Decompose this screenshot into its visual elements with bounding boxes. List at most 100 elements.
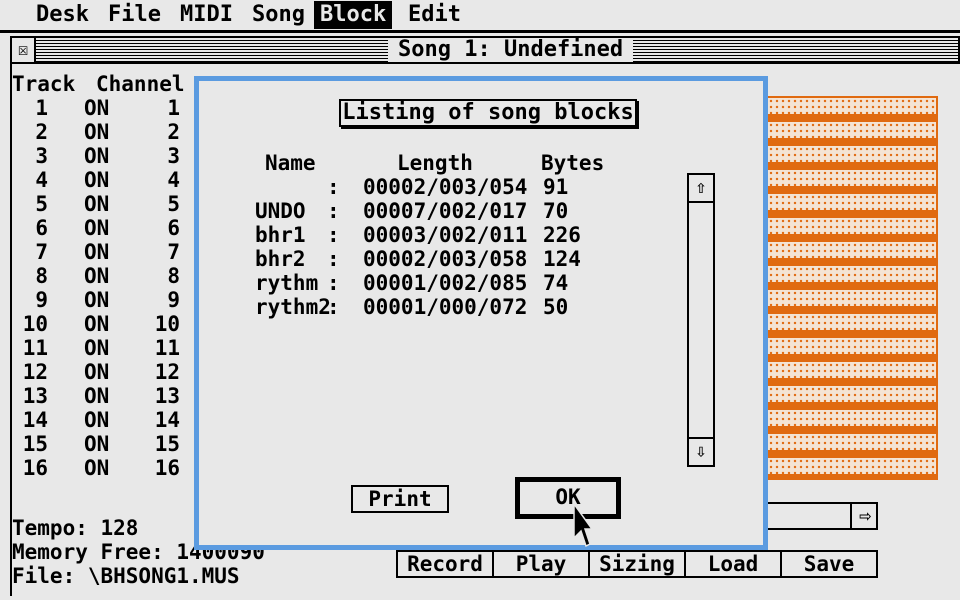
track-channel[interactable]: 7 bbox=[132, 240, 180, 264]
track-state[interactable]: ON bbox=[84, 216, 109, 240]
block-bytes: 124 bbox=[543, 247, 581, 271]
vertical-scrollbar[interactable]: ⇧ ⇩ bbox=[687, 173, 715, 467]
track-state[interactable]: ON bbox=[84, 384, 109, 408]
track-number: 4 bbox=[35, 168, 48, 192]
track-channel[interactable]: 13 bbox=[132, 384, 180, 408]
sizing-button[interactable]: Sizing bbox=[590, 552, 686, 576]
track-channel[interactable]: 5 bbox=[132, 192, 180, 216]
menu-file[interactable]: File bbox=[102, 1, 167, 29]
track-state[interactable]: ON bbox=[84, 120, 109, 144]
track-state[interactable]: ON bbox=[84, 192, 109, 216]
block-row[interactable]: rythm2:00001/000/072 50 bbox=[255, 295, 635, 319]
tempo-label: Tempo: 128 bbox=[12, 516, 139, 540]
track-number: 10 bbox=[22, 312, 48, 336]
track-channel[interactable]: 14 bbox=[132, 408, 180, 432]
block-row[interactable]: :00002/003/054 91 bbox=[255, 175, 635, 199]
transport-buttons: Record Play Sizing Load Save bbox=[396, 550, 878, 578]
track-row[interactable]: 7 ON 7 bbox=[12, 240, 192, 264]
track-row[interactable]: 4 ON 4 bbox=[12, 168, 192, 192]
arrow-up-icon[interactable]: ⇧ bbox=[689, 175, 713, 203]
block-separator: : bbox=[327, 247, 340, 271]
print-button[interactable]: Print bbox=[351, 485, 449, 513]
arrow-down-icon[interactable]: ⇩ bbox=[689, 437, 713, 465]
track-state[interactable]: ON bbox=[84, 288, 109, 312]
track-channel[interactable]: 2 bbox=[132, 120, 180, 144]
block-bytes: 70 bbox=[543, 199, 569, 223]
menu-song[interactable]: Song bbox=[246, 1, 311, 29]
ok-button[interactable]: OK bbox=[515, 477, 621, 519]
block-bytes: 91 bbox=[543, 175, 569, 199]
track-state[interactable]: ON bbox=[84, 432, 109, 456]
block-separator: : bbox=[327, 295, 340, 319]
track-channel[interactable]: 3 bbox=[132, 144, 180, 168]
track-channel[interactable]: 1 bbox=[132, 96, 180, 120]
dialog-title: Listing of song blocks bbox=[339, 99, 637, 127]
track-channel[interactable]: 12 bbox=[132, 360, 180, 384]
track-row[interactable]: 5 ON 5 bbox=[12, 192, 192, 216]
block-row[interactable]: rythm:00001/002/085 74 bbox=[255, 271, 635, 295]
track-state[interactable]: ON bbox=[84, 312, 109, 336]
mouse-pointer-icon bbox=[573, 502, 592, 548]
track-row[interactable]: 1 ON 1 bbox=[12, 96, 192, 120]
menu-edit[interactable]: Edit bbox=[402, 1, 467, 29]
track-state[interactable]: ON bbox=[84, 144, 109, 168]
track-row[interactable]: 10 ON 10 bbox=[12, 312, 192, 336]
track-row[interactable]: 14 ON 14 bbox=[12, 408, 192, 432]
track-row[interactable]: 6 ON 6 bbox=[12, 216, 192, 240]
track-channel[interactable]: 8 bbox=[132, 264, 180, 288]
save-button[interactable]: Save bbox=[782, 552, 876, 576]
track-state[interactable]: ON bbox=[84, 408, 109, 432]
track-channel[interactable]: 11 bbox=[132, 336, 180, 360]
track-state[interactable]: ON bbox=[84, 360, 109, 384]
track-row[interactable]: 8 ON 8 bbox=[12, 264, 192, 288]
track-grid[interactable] bbox=[766, 96, 938, 480]
menu-midi[interactable]: MIDI bbox=[174, 1, 239, 29]
block-row[interactable]: bhr1:00003/002/011 226 bbox=[255, 223, 635, 247]
block-length: 00003/002/011 bbox=[363, 223, 528, 247]
arrow-right-icon[interactable]: ⇨ bbox=[850, 502, 878, 530]
track-row[interactable]: 11 ON 11 bbox=[12, 336, 192, 360]
track-channel[interactable]: 16 bbox=[132, 456, 180, 480]
track-state[interactable]: ON bbox=[84, 264, 109, 288]
track-state[interactable]: ON bbox=[84, 336, 109, 360]
track-channel[interactable]: 4 bbox=[132, 168, 180, 192]
track-row[interactable]: 2 ON 2 bbox=[12, 120, 192, 144]
record-button[interactable]: Record bbox=[398, 552, 494, 576]
block-name: rythm2 bbox=[255, 295, 331, 319]
menu-desk[interactable]: Desk bbox=[30, 1, 95, 29]
track-state[interactable]: ON bbox=[84, 456, 109, 480]
block-separator: : bbox=[327, 175, 340, 199]
block-row[interactable]: bhr2:00002/003/058 124 bbox=[255, 247, 635, 271]
track-number: 6 bbox=[35, 216, 48, 240]
track-state[interactable]: ON bbox=[84, 240, 109, 264]
close-box-icon[interactable]: ☒ bbox=[12, 38, 36, 62]
track-state[interactable]: ON bbox=[84, 168, 109, 192]
track-row[interactable]: 3 ON 3 bbox=[12, 144, 192, 168]
column-length-header: Length bbox=[397, 151, 473, 175]
track-row[interactable]: 13 ON 13 bbox=[12, 384, 192, 408]
track-channel[interactable]: 10 bbox=[132, 312, 180, 336]
track-channel[interactable]: 6 bbox=[132, 216, 180, 240]
track-number: 15 bbox=[22, 432, 48, 456]
play-button[interactable]: Play bbox=[494, 552, 590, 576]
block-separator: : bbox=[327, 223, 340, 247]
block-length: 00002/003/054 bbox=[363, 175, 528, 199]
track-number: 2 bbox=[35, 120, 48, 144]
menu-block[interactable]: Block bbox=[314, 1, 393, 29]
track-channel[interactable]: 9 bbox=[132, 288, 180, 312]
block-length: 00001/000/072 bbox=[363, 295, 528, 319]
track-number: 12 bbox=[22, 360, 48, 384]
track-state[interactable]: ON bbox=[84, 96, 109, 120]
track-channel[interactable]: 15 bbox=[132, 432, 180, 456]
track-row[interactable]: 12 ON 12 bbox=[12, 360, 192, 384]
track-row[interactable]: 16 ON 16 bbox=[12, 456, 192, 480]
block-length: 00007/002/017 bbox=[363, 199, 528, 223]
track-row[interactable]: 9 ON 9 bbox=[12, 288, 192, 312]
load-button[interactable]: Load bbox=[686, 552, 782, 576]
block-row[interactable]: UNDO:00007/002/017 70 bbox=[255, 199, 635, 223]
track-row[interactable]: 15 ON 15 bbox=[12, 432, 192, 456]
window-title: Song 1: Undefined bbox=[388, 38, 634, 62]
track-header: Track bbox=[12, 72, 76, 96]
column-name-header: Name bbox=[265, 151, 316, 175]
block-length: 00001/002/085 bbox=[363, 271, 528, 295]
